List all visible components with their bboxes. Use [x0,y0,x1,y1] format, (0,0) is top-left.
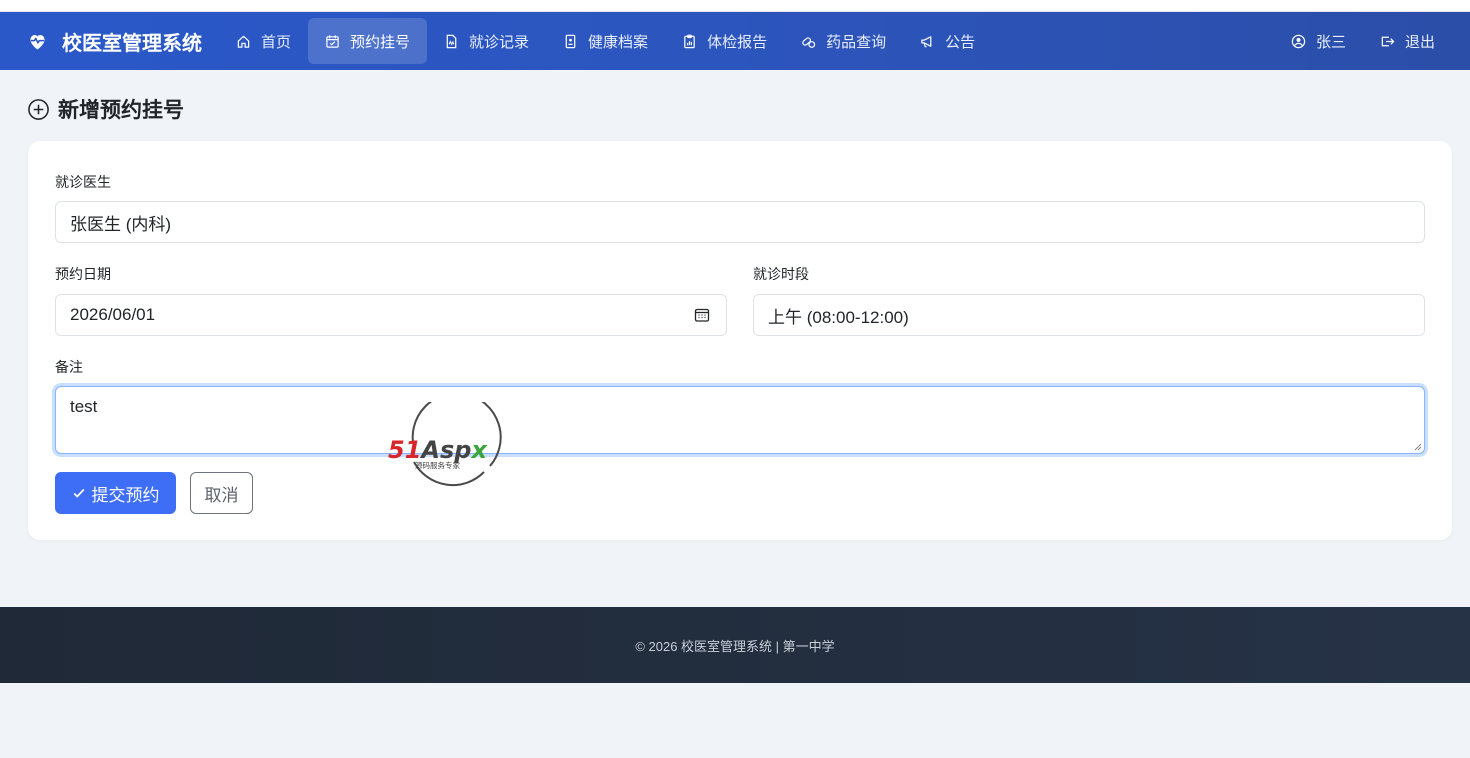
submit-label: 提交预约 [91,485,160,505]
cancel-button[interactable]: 取消 [190,472,253,514]
user-nav: 张三 退出 [1274,18,1452,64]
resize-handle-icon[interactable] [1414,443,1422,451]
date-input[interactable]: 2026/06/01 [55,294,727,336]
page-title-text: 新增预约挂号 [58,99,184,122]
heart-pulse-icon [30,34,45,49]
doctor-value: 张医生 (内科) [70,214,172,234]
watermark-subtext: 源码服务专家 [415,460,460,470]
doctor-select[interactable]: 张医生 (内科) [55,201,1425,243]
top-navbar: 校医室管理系统 首页 预约挂号 就诊记录 健康档案 体检报告 药品查询 公告 张… [0,12,1470,70]
appointment-form-card: 就诊医生 张医生 (内科) 预约日期 2026/06/01 就诊时段 上午 (0… [28,141,1452,540]
nav-item-appointment[interactable]: 预约挂号 [308,18,428,64]
nav-item-label: 预约挂号 [350,33,411,51]
person-circle-icon [1291,34,1306,48]
user-menu[interactable]: 张三 [1274,18,1363,64]
file-person-icon [565,34,576,48]
capsule-icon [802,36,816,48]
nav-item-label: 药品查询 [826,33,887,51]
nav-item-home[interactable]: 首页 [219,18,308,64]
nav-item-label: 首页 [261,33,292,51]
nav-item-exam-report[interactable]: 体检报告 [665,18,784,64]
nav-item-label: 就诊记录 [469,33,530,51]
slot-label: 就诊时段 [753,266,809,282]
nav-item-label: 公告 [945,33,976,51]
calendar-icon[interactable] [694,307,710,323]
logout-label: 退出 [1404,33,1435,51]
file-medical-icon [446,34,457,48]
page-footer: © 2026 校医室管理系统 | 第一中学 [0,607,1470,683]
plus-circle-icon [28,98,49,120]
nav-item-health-file[interactable]: 健康档案 [546,18,665,64]
remark-value: test [70,397,98,416]
brand[interactable]: 校医室管理系统 [27,18,202,64]
user-name: 张三 [1315,33,1346,51]
slot-value: 上午 (08:00-12:00) [768,307,909,327]
date-value: 2026/06/01 [70,305,156,324]
footer-text: © 2026 校医室管理系统 | 第一中学 [635,638,835,654]
nav-item-label: 体检报告 [707,33,768,51]
watermark-text: 51Aspx [388,436,488,464]
slot-select[interactable]: 上午 (08:00-12:00) [753,294,1425,336]
watermark-logo: 51Aspx 源码服务专家 [388,402,502,487]
cancel-label: 取消 [204,485,239,505]
clipboard-data-icon [684,34,695,48]
nav-item-drug-search[interactable]: 药品查询 [784,18,903,64]
nav-item-label: 健康档案 [588,33,649,51]
box-arrow-right-icon [1381,36,1395,46]
nav-item-records[interactable]: 就诊记录 [427,18,546,64]
main-nav: 首页 预约挂号 就诊记录 健康档案 体检报告 药品查询 公告 [219,18,992,64]
browser-top-strip [0,0,1470,12]
check-icon [73,488,84,498]
submit-button[interactable]: 提交预约 [55,472,176,514]
logout-link[interactable]: 退出 [1363,18,1452,64]
doctor-label: 就诊医生 [55,174,111,190]
remark-label: 备注 [55,359,83,375]
remark-textarea[interactable]: test [55,386,1425,454]
app-title: 校医室管理系统 [62,32,202,55]
nav-item-notice[interactable]: 公告 [903,18,992,64]
calendar-check-icon [326,34,339,48]
megaphone-icon [921,35,932,47]
date-label: 预约日期 [55,266,111,282]
page-title: 新增预约挂号 [27,94,184,124]
house-icon [237,35,250,48]
